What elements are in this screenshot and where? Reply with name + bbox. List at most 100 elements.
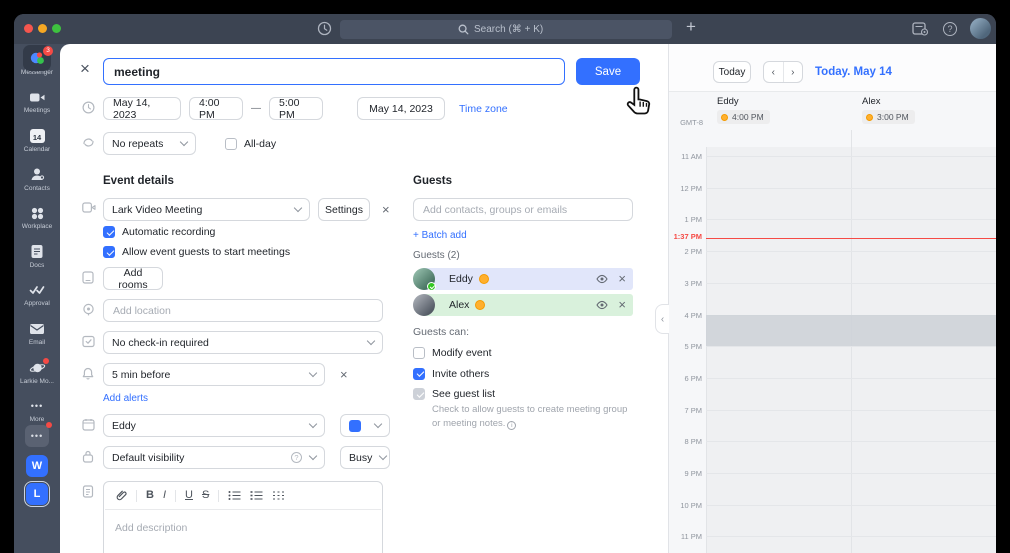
time-zone-link[interactable]: Time zone: [459, 103, 508, 115]
calendar-select[interactable]: Eddy: [103, 414, 325, 437]
visibility-select[interactable]: Default visibility ?: [103, 446, 325, 469]
window-controls: [24, 24, 61, 33]
next-day-button[interactable]: ›: [784, 62, 803, 82]
remove-video-meeting-button[interactable]: ×: [382, 202, 390, 217]
new-tab-button[interactable]: +: [686, 17, 696, 37]
collapse-panel-handle[interactable]: ‹: [655, 304, 669, 334]
bullet-list-icon[interactable]: [228, 490, 241, 501]
eye-icon[interactable]: [596, 300, 608, 310]
end-date-field[interactable]: May 14, 2023: [357, 97, 445, 120]
guest-row-alex[interactable]: Alex ×: [413, 294, 633, 316]
current-date-label: Today. May 14: [815, 66, 892, 78]
workspace-tile-w[interactable]: W: [26, 455, 48, 477]
guest-row-eddy[interactable]: Eddy ×: [413, 268, 633, 290]
repeat-icon: [82, 136, 96, 150]
notification-dot: [46, 422, 52, 428]
approval-check-icon: [28, 282, 46, 298]
sidebar-item-larkie[interactable]: Larkie Mo...: [14, 353, 60, 392]
check-in-select[interactable]: No check-in required: [103, 331, 383, 354]
chevron-down-icon: [309, 420, 317, 428]
sidebar-item-email[interactable]: Email: [14, 314, 60, 353]
permission-checkbox[interactable]: [413, 368, 425, 380]
sidebar-item-messenger[interactable]: 3 Messenger: [14, 44, 60, 83]
permission-checkbox[interactable]: [413, 388, 425, 400]
description-editor: B I U S Add descr: [103, 481, 383, 553]
minimize-window-button[interactable]: [38, 24, 47, 33]
video-meeting-row: Lark Video Meeting Settings ×: [103, 198, 390, 221]
workspace-tile-l[interactable]: L: [26, 483, 48, 505]
allow-guests-start-row[interactable]: Allow event guests to start meetings: [103, 246, 290, 258]
zoom-window-button[interactable]: [52, 24, 61, 33]
info-icon[interactable]: i: [507, 421, 516, 430]
workspace-switcher-button[interactable]: •••: [25, 425, 49, 447]
add-alerts-link[interactable]: Add alerts: [103, 393, 148, 404]
guest-search-input[interactable]: [413, 198, 633, 221]
strikethrough-button[interactable]: S: [202, 490, 209, 501]
global-search[interactable]: [340, 20, 672, 39]
prev-day-button[interactable]: ‹: [764, 62, 784, 82]
batch-add-link[interactable]: + Batch add: [413, 230, 633, 241]
attach-icon[interactable]: [115, 489, 127, 502]
chevron-down-icon: [309, 452, 317, 460]
event-color-select[interactable]: [340, 414, 390, 437]
bold-button[interactable]: B: [146, 490, 154, 501]
history-icon[interactable]: [317, 21, 332, 36]
settings-button[interactable]: Settings: [318, 198, 370, 221]
visibility-help-icon[interactable]: ?: [291, 452, 302, 463]
close-editor-button[interactable]: ×: [80, 59, 90, 79]
allow-guests-start-checkbox[interactable]: [103, 246, 115, 258]
hour-gridline: [706, 251, 996, 252]
online-check-badge: [427, 282, 436, 291]
location-row: [103, 299, 383, 322]
hour-gridline: [706, 505, 996, 506]
all-day-checkbox[interactable]: [225, 138, 237, 150]
permission-row[interactable]: Modify event: [413, 347, 633, 359]
italic-button[interactable]: I: [163, 490, 166, 501]
busy-select[interactable]: Busy: [340, 446, 390, 469]
sidebar-item-approval[interactable]: Approval: [14, 276, 60, 315]
sidebar-item-workplace[interactable]: Workplace: [14, 198, 60, 237]
status-dot-icon: [866, 114, 873, 121]
planet-icon: [28, 360, 46, 376]
selected-time-slot[interactable]: [706, 315, 996, 346]
permission-row[interactable]: Invite others: [413, 368, 633, 380]
location-input[interactable]: [103, 299, 383, 322]
remove-guest-button[interactable]: ×: [618, 297, 626, 312]
start-date-field[interactable]: May 14, 2023: [103, 97, 181, 120]
calendar-settings-icon[interactable]: [912, 21, 929, 36]
permission-checkbox[interactable]: [413, 347, 425, 359]
remove-guest-button[interactable]: ×: [618, 271, 626, 286]
date-nav-buttons: ‹ ›: [763, 61, 803, 83]
today-button[interactable]: Today: [713, 61, 751, 83]
numbered-list-icon[interactable]: [250, 490, 263, 501]
video-meeting-select[interactable]: Lark Video Meeting: [103, 198, 310, 221]
help-icon[interactable]: ?: [943, 22, 957, 36]
hour-label: 11 AM: [669, 152, 702, 161]
remove-alert-button[interactable]: ×: [340, 367, 348, 382]
auto-recording-row[interactable]: Automatic recording: [103, 226, 215, 238]
underline-button[interactable]: U: [185, 490, 193, 501]
guests-heading: Guests: [413, 175, 633, 187]
add-rooms-button[interactable]: Add rooms: [103, 267, 163, 290]
task-list-icon[interactable]: [272, 490, 285, 501]
all-day-checkbox-row[interactable]: All-day: [225, 138, 276, 150]
alert-select[interactable]: 5 min before: [103, 363, 325, 386]
end-time-field[interactable]: 5:00 PM: [269, 97, 323, 120]
search-input[interactable]: [474, 24, 554, 35]
auto-recording-checkbox[interactable]: [103, 226, 115, 238]
save-button[interactable]: Save: [576, 58, 640, 85]
sidebar-item-docs[interactable]: Docs: [14, 237, 60, 276]
document-icon: [28, 244, 46, 260]
repeat-select[interactable]: No repeats: [103, 132, 196, 155]
sidebar-item-contacts[interactable]: Contacts: [14, 160, 60, 199]
description-input[interactable]: Add description: [104, 510, 382, 546]
close-window-button[interactable]: [24, 24, 33, 33]
sidebar-item-calendar[interactable]: 14 Calendar: [14, 121, 60, 160]
start-time-field[interactable]: 4:00 PM: [189, 97, 243, 120]
event-title-input[interactable]: [103, 58, 565, 85]
sidebar-item-meetings[interactable]: Meetings: [14, 83, 60, 122]
permission-row[interactable]: See guest list: [413, 388, 633, 400]
eye-icon[interactable]: [596, 274, 608, 284]
user-avatar[interactable]: [970, 18, 991, 39]
repeat-row: No repeats All-day: [103, 132, 276, 155]
